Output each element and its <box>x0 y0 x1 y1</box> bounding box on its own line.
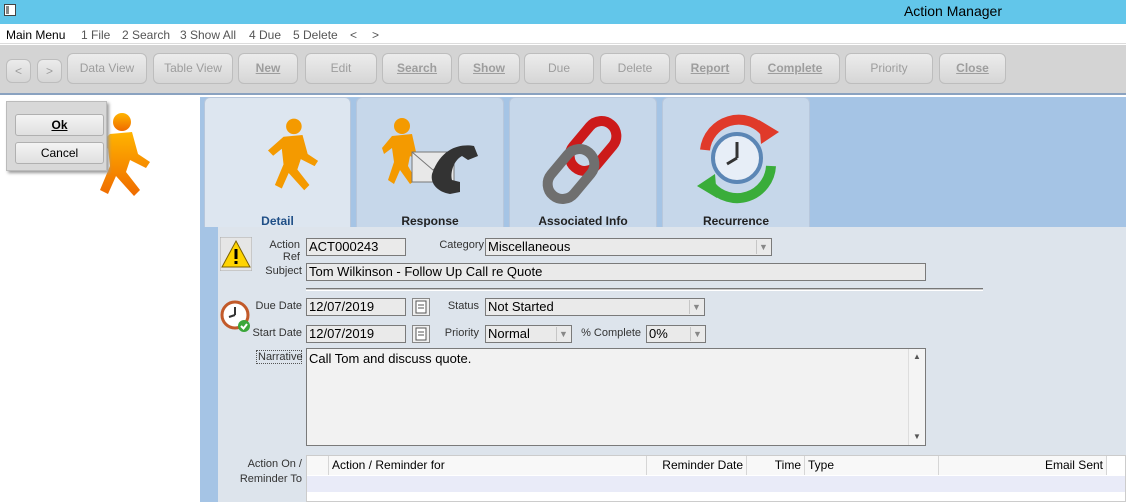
complete-button[interactable]: Complete <box>750 53 840 84</box>
due-date-field[interactable]: 12/07/2019 <box>306 298 406 316</box>
window-title: Action Manager <box>903 3 1002 19</box>
table-view-button[interactable]: Table View <box>153 53 233 84</box>
priority-button[interactable]: Priority <box>845 53 933 84</box>
menu-delete[interactable]: 5 Delete <box>293 28 338 42</box>
priority-label: Priority <box>444 327 479 339</box>
due-button[interactable]: Due <box>524 53 594 84</box>
response-email-phone-icon <box>382 118 478 194</box>
start-date-label: Start Date <box>252 327 302 339</box>
recurrence-clock-icon <box>697 114 779 204</box>
clock-check-icon <box>220 300 250 332</box>
menu-main[interactable]: Main Menu <box>6 28 65 42</box>
column-header-email-sent[interactable]: Email Sent <box>939 456 1107 475</box>
status-select[interactable]: Not Started ▼ <box>485 298 705 316</box>
narrative-label: Narrative <box>256 350 303 364</box>
section-divider <box>306 288 983 291</box>
chain-link-icon <box>542 116 622 204</box>
running-man-icon <box>267 118 319 191</box>
subject-field[interactable]: Tom Wilkinson - Follow Up Call re Quote <box>306 263 926 281</box>
search-button[interactable]: Search <box>382 53 452 84</box>
narrative-scrollbar[interactable]: ▲ ▼ <box>908 349 925 445</box>
menu-prev[interactable]: < <box>350 28 357 42</box>
chevron-down-icon[interactable]: ▼ <box>756 240 770 254</box>
tab-recurrence[interactable]: Recurrence <box>662 97 810 228</box>
tab-detail-label: Detail <box>261 214 294 228</box>
column-header-reminder-date[interactable]: Reminder Date <box>647 456 747 475</box>
category-label: Category <box>439 239 484 251</box>
cancel-button[interactable]: Cancel <box>15 142 104 164</box>
reminders-label-line1: Action On / <box>247 458 302 470</box>
tab-associated-info[interactable]: Associated Info <box>509 97 657 228</box>
category-value: Miscellaneous <box>488 239 571 254</box>
narrative-text: Call Tom and discuss quote. <box>309 351 472 366</box>
toolbar: < > Data View Table View New Edit Search… <box>0 45 1126 95</box>
status-label: Status <box>447 300 479 312</box>
chevron-down-icon[interactable]: ▼ <box>556 327 570 341</box>
reminders-label-line2: Reminder To <box>239 473 302 485</box>
dialog-panel: Ok Cancel <box>6 101 107 171</box>
narrative-textarea[interactable]: Call Tom and discuss quote. ▲ ▼ <box>306 348 926 446</box>
subject-label: Subject <box>265 265 302 277</box>
percent-complete-label: % Complete <box>581 327 641 339</box>
due-date-label: Due Date <box>255 300 302 312</box>
table-row[interactable] <box>307 476 1125 492</box>
show-button[interactable]: Show <box>458 53 520 84</box>
new-button[interactable]: New <box>238 53 298 84</box>
column-header-action-reminder-for[interactable]: Action / Reminder for <box>329 456 647 475</box>
report-button[interactable]: Report <box>675 53 745 84</box>
action-ref-label: Action Ref <box>269 239 300 263</box>
data-view-button[interactable]: Data View <box>67 53 147 84</box>
menu-search[interactable]: 2 Search <box>122 28 170 42</box>
menu-next[interactable]: > <box>372 28 379 42</box>
tab-response[interactable]: Response <box>356 97 504 228</box>
column-header-time[interactable]: Time <box>747 456 805 475</box>
warning-icon <box>220 237 252 271</box>
status-value: Not Started <box>488 299 554 314</box>
scroll-up-icon[interactable]: ▲ <box>909 349 925 365</box>
tab-response-label: Response <box>401 214 459 228</box>
action-ref-field[interactable]: ACT000243 <box>306 238 406 256</box>
priority-select[interactable]: Normal ▼ <box>485 325 572 343</box>
detail-form: Action Ref ACT000243 Category Miscellane… <box>218 227 1126 502</box>
tab-detail[interactable]: Detail <box>204 97 351 228</box>
reminders-table[interactable]: Action / Reminder for Reminder Date Time… <box>306 455 1126 502</box>
back-button[interactable]: < <box>6 59 31 83</box>
ok-button[interactable]: Ok <box>15 114 104 136</box>
category-select[interactable]: Miscellaneous ▼ <box>485 238 772 256</box>
priority-value: Normal <box>488 326 530 341</box>
reminders-label: Action On / Reminder To <box>228 457 302 487</box>
percent-complete-select[interactable]: 0% ▼ <box>646 325 706 343</box>
scroll-down-icon[interactable]: ▼ <box>909 429 925 445</box>
start-date-field[interactable]: 12/07/2019 <box>306 325 406 343</box>
menu-file[interactable]: 1 File <box>81 28 110 42</box>
forward-button[interactable]: > <box>37 59 62 83</box>
menu-bar: Main Menu 1 File 2 Search 3 Show All 4 D… <box>0 24 1126 44</box>
main-pane: Detail Response Associated Info Recurren… <box>200 97 1126 502</box>
row-selector-header <box>307 456 329 475</box>
column-header-type[interactable]: Type <box>805 456 939 475</box>
title-bar: Action Manager <box>0 0 1126 24</box>
chevron-down-icon[interactable]: ▼ <box>689 300 703 314</box>
delete-button[interactable]: Delete <box>600 53 670 84</box>
tab-recurrence-label: Recurrence <box>702 214 770 228</box>
chevron-down-icon[interactable]: ▼ <box>690 327 704 341</box>
menu-show-all[interactable]: 3 Show All <box>180 28 236 42</box>
edit-button[interactable]: Edit <box>305 53 377 84</box>
close-button[interactable]: Close <box>939 53 1006 84</box>
percent-complete-value: 0% <box>649 326 668 341</box>
tab-associated-info-label: Associated Info <box>538 214 628 228</box>
menu-due[interactable]: 4 Due <box>249 28 281 42</box>
